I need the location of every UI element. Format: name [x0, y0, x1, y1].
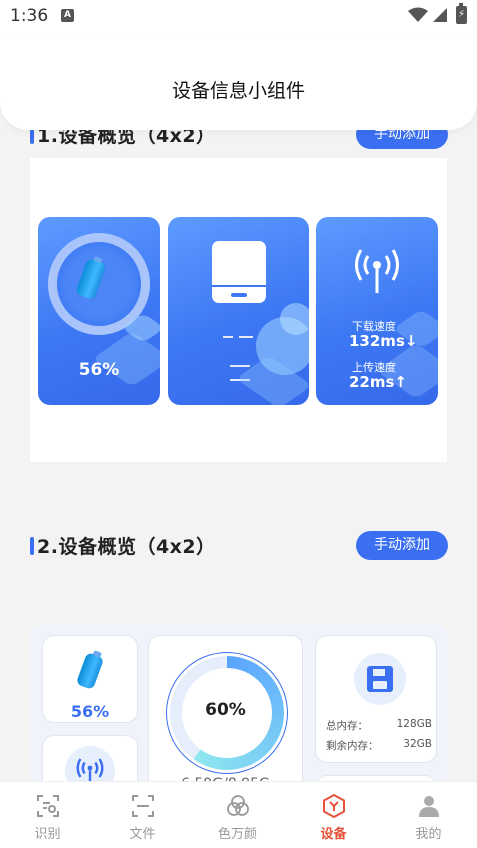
total-storage-value: 128GB	[396, 718, 432, 730]
battery-percent: 56%	[70, 702, 110, 721]
memory-widget: 60% 6.59G/8.95G	[148, 635, 303, 795]
dash-line	[239, 336, 253, 338]
add-widget-2-button[interactable]: 手动添加	[356, 531, 448, 560]
tab-label: 设备	[320, 827, 347, 842]
scan-text-icon	[37, 795, 59, 817]
antenna-icon	[355, 249, 399, 293]
device-card	[168, 217, 309, 405]
dash-line	[230, 365, 250, 367]
tab-label: 文件	[129, 827, 156, 842]
gear-decoration	[280, 303, 309, 335]
tab-device[interactable]: 设备	[286, 782, 381, 848]
scan-frame-icon	[132, 795, 154, 817]
section-2-title: 2.设备概览（4x2）	[37, 536, 216, 558]
status-bar: 1:36 A ⚡	[0, 0, 477, 34]
bottom-tab-bar: 识别 文件 色万颜 设备 我的	[0, 781, 477, 848]
section-marker	[30, 537, 34, 555]
free-storage-value: 32GB	[403, 738, 432, 750]
profile-icon	[419, 796, 439, 817]
widget-preview-1[interactable]: 56% 下载速度 132ms↓ 上传速度 22ms↑	[30, 158, 447, 462]
header: 设备信息小组件	[0, 34, 477, 130]
signal-icon	[433, 8, 447, 22]
section-2-head: 2.设备概览（4x2） 手动添加	[30, 531, 448, 561]
color-circles-icon	[227, 795, 249, 816]
tab-label: 识别	[34, 827, 61, 842]
wifi-status-icon	[408, 7, 428, 22]
battery-status-icon: ⚡	[456, 3, 467, 24]
free-storage-row: 剩余内存： 32GB	[326, 738, 432, 753]
device-hexagon-icon	[323, 794, 345, 818]
battery-widget: 56%	[42, 635, 138, 723]
device-icon	[212, 241, 266, 303]
tab-recognize[interactable]: 识别	[0, 782, 95, 848]
tab-colors[interactable]: 色万颜	[190, 782, 285, 848]
battery-card: 56%	[38, 217, 160, 405]
battery-percent: 56%	[78, 360, 120, 380]
tab-label: 我的	[415, 827, 442, 842]
storage-widget: 总内存： 128GB 剩余内存： 32GB	[315, 635, 437, 763]
floppy-disk-icon	[367, 666, 393, 692]
widget-preview-2[interactable]: 56% 60% 6.59G/8.95G 总内存： 128GB 剩余内存：	[30, 625, 447, 805]
total-storage-label: 总内存：	[326, 720, 368, 732]
page-title: 设备信息小组件	[171, 80, 305, 102]
status-time: 1:36	[10, 6, 49, 26]
free-storage-label: 剩余内存：	[326, 740, 379, 752]
upload-value: 22ms↑	[349, 373, 408, 391]
total-storage-row: 总内存： 128GB	[326, 718, 432, 733]
dash-line	[223, 336, 233, 338]
storage-icon-bg	[354, 653, 406, 705]
tab-profile[interactable]: 我的	[381, 782, 476, 848]
tab-label: 色万颜	[217, 827, 257, 842]
network-card: 下载速度 132ms↓ 上传速度 22ms↑	[316, 217, 438, 405]
memory-percent: 60%	[205, 700, 246, 720]
notification-icon: A	[61, 9, 74, 22]
tab-files[interactable]: 文件	[95, 782, 190, 848]
battery-icon	[75, 651, 105, 691]
download-value: 132ms↓	[349, 332, 418, 350]
